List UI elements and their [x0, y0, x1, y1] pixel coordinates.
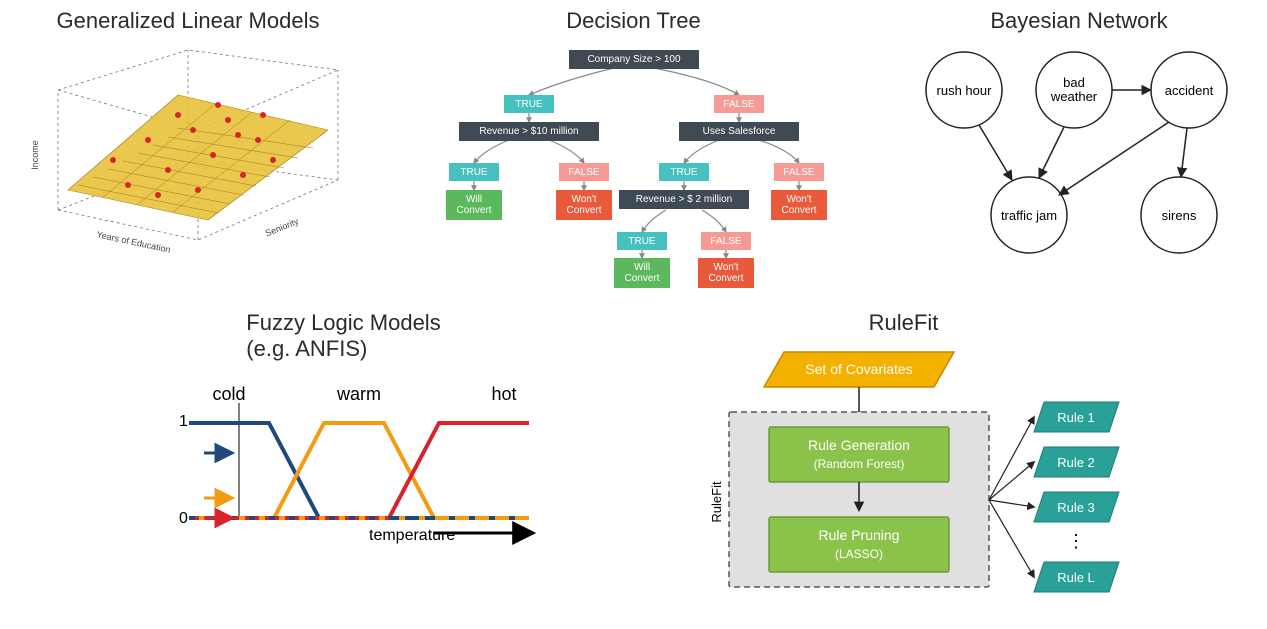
rulefit-dots: ⋮: [1067, 531, 1085, 551]
fuzzy-plot: 1 0 cold warm hot temperature: [134, 368, 554, 558]
fuzzy-xaxis: temperature: [369, 527, 455, 544]
bn-node: sirens: [1162, 208, 1197, 223]
rulefit-rule: Rule L: [1057, 570, 1095, 585]
glm-axis-y: Income: [30, 140, 40, 170]
dtree-leaf-wont: Won't Convert: [771, 190, 827, 220]
dtree-leaf-will: Will Convert: [446, 190, 502, 220]
bn-node: traffic jam: [1001, 208, 1057, 223]
dtree-right2-test: Revenue > $ 2 million: [619, 190, 749, 209]
fuzzy-title: Fuzzy Logic Models (e.g. ANFIS): [246, 310, 440, 362]
dtree-right-test: Uses Salesforce: [679, 122, 799, 141]
rulefit-input: Set of Covariates: [805, 361, 912, 377]
fuzzy-y0: 0: [179, 510, 188, 527]
fuzzy-label-hot: hot: [491, 384, 516, 404]
dtree-branch-false: FALSE: [701, 232, 751, 250]
dtree-leaf-will: Will Convert: [614, 258, 670, 288]
panel-bayesian: Bayesian Network rush hour badweather ac…: [899, 8, 1259, 290]
fuzzy-subtitle: (e.g. ANFIS): [246, 336, 367, 361]
rulefit-title: RuleFit: [869, 310, 939, 336]
panel-rulefit: RuleFit Set of Covariates RuleFit Rule G…: [674, 310, 1134, 602]
bn-node: rush hour: [937, 83, 993, 98]
dtree-leaf-wont: Won't Convert: [556, 190, 612, 220]
glm-axis-x1: Years of Education: [96, 229, 172, 254]
rulefit-rule: Rule 3: [1057, 500, 1095, 515]
dtree-branch-true: TRUE: [449, 163, 499, 181]
rulefit-rule: Rule 2: [1057, 455, 1095, 470]
dtree-branch-true: TRUE: [504, 95, 554, 113]
glm-plot: Income Years of Education Seniority: [18, 40, 358, 260]
bn-node: accident: [1165, 83, 1214, 98]
rulefit-box2-l2: (LASSO): [834, 547, 882, 561]
rulefit-box2-l1: Rule Pruning: [818, 527, 899, 543]
rulefit-side-label: RuleFit: [709, 481, 724, 523]
bayesian-network-diagram: rush hour badweather accident traffic ja…: [909, 40, 1249, 270]
dtree-left-test: Revenue > $10 million: [459, 122, 599, 141]
panel-decision-tree: Decision Tree: [414, 8, 854, 290]
glm-title: Generalized Linear Models: [57, 8, 320, 34]
panel-glm: Generalized Linear Models: [8, 8, 368, 290]
glm-axis-x2: Seniority: [264, 216, 301, 239]
rulefit-diagram: Set of Covariates RuleFit Rule Generatio…: [674, 342, 1134, 602]
rulefit-rule: Rule 1: [1057, 410, 1095, 425]
bn-title: Bayesian Network: [990, 8, 1167, 34]
dtree-branch-false: FALSE: [774, 163, 824, 181]
rulefit-box1-l1: Rule Generation: [808, 437, 910, 453]
fuzzy-label-cold: cold: [212, 384, 245, 404]
fuzzy-y1: 1: [179, 413, 188, 430]
dtree-root: Company Size > 100: [569, 50, 699, 69]
dtree-branch-true: TRUE: [617, 232, 667, 250]
fuzzy-label-warm: warm: [336, 384, 381, 404]
panel-fuzzy: Fuzzy Logic Models (e.g. ANFIS): [134, 310, 554, 602]
dtree-branch-false: FALSE: [559, 163, 609, 181]
fuzzy-title-main: Fuzzy Logic Models: [246, 310, 440, 335]
rulefit-box1-l2: (Random Forest): [813, 457, 904, 471]
dtree-branch-false: FALSE: [714, 95, 764, 113]
dtree-branch-true: TRUE: [659, 163, 709, 181]
dtree-title: Decision Tree: [566, 8, 701, 34]
decision-tree-diagram: Company Size > 100 TRUE FALSE Revenue > …: [414, 40, 854, 290]
dtree-leaf-wont: Won't Convert: [698, 258, 754, 288]
